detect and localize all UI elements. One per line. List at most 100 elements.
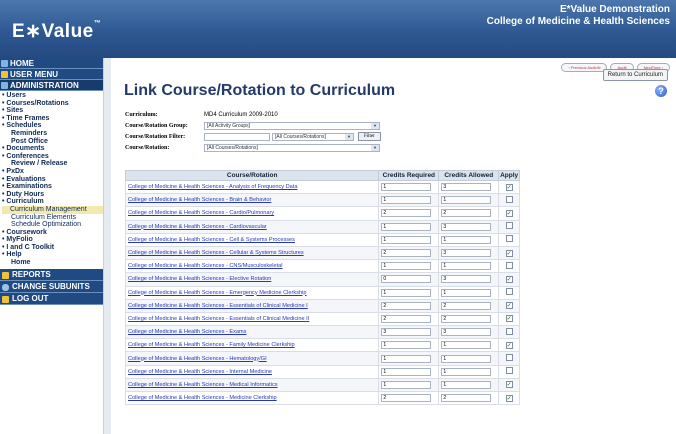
credits-required-input[interactable]: 1	[381, 183, 432, 192]
course-link[interactable]: College of Medicine & Health Sciences - …	[128, 316, 309, 322]
credits-required-input[interactable]: 2	[381, 249, 432, 258]
sidebar-collapse-strip[interactable]	[103, 58, 111, 434]
sidebar-item[interactable]: • Courses/Rotations	[2, 100, 109, 108]
credits-allowed-input[interactable]: 2	[441, 394, 492, 403]
sidebar-item[interactable]: • I and C Toolkit	[2, 244, 109, 252]
apply-checkbox[interactable]	[505, 261, 513, 269]
filter-select[interactable]: [All Courses/Rotations] ▼	[272, 132, 354, 141]
credits-allowed-input[interactable]: 1	[441, 235, 492, 244]
credits-required-input[interactable]: 2	[381, 394, 432, 403]
sidebar-item[interactable]: Reminders	[2, 130, 109, 138]
rotation-select[interactable]: [All Courses/Rotations] ▼	[204, 143, 380, 152]
sidebar-item[interactable]: • Time Frames	[2, 115, 109, 123]
course-link[interactable]: College of Medicine & Health Sciences - …	[128, 329, 246, 335]
credits-required-input[interactable]: 1	[381, 222, 432, 231]
sidebar-item[interactable]: Home	[2, 259, 109, 267]
credits-allowed-input[interactable]: 2	[441, 209, 492, 218]
return-to-curriculum-button[interactable]: Return to Curriculum	[602, 69, 668, 81]
credits-allowed-input[interactable]: 2	[441, 314, 492, 323]
course-link[interactable]: College of Medicine & Health Sciences - …	[128, 382, 278, 388]
course-link[interactable]: College of Medicine & Health Sciences - …	[128, 250, 304, 256]
credits-required-input[interactable]: 1	[381, 288, 432, 297]
sidebar-item[interactable]: • Duty Hours	[2, 191, 109, 199]
credits-required-input[interactable]: 1	[381, 380, 432, 389]
sidebar-item[interactable]: Review / Release	[2, 160, 109, 168]
sidebar-item[interactable]: Post Office	[2, 138, 109, 146]
credits-required-input[interactable]: 1	[381, 196, 432, 205]
filter-text-input[interactable]	[204, 132, 270, 141]
credits-required-input[interactable]: 1	[381, 341, 432, 350]
credits-allowed-input[interactable]: 1	[441, 354, 492, 363]
apply-checkbox[interactable]	[505, 235, 513, 243]
sidebar-item[interactable]: • PxDx	[2, 168, 109, 176]
apply-checkbox[interactable]	[505, 354, 513, 362]
course-link[interactable]: College of Medicine & Health Sciences - …	[128, 369, 272, 375]
credits-allowed-input[interactable]: 3	[441, 183, 492, 192]
credits-allowed-input[interactable]: 1	[441, 262, 492, 271]
credits-allowed-input[interactable]: 1	[441, 341, 492, 350]
course-link[interactable]: College of Medicine & Health Sciences - …	[128, 303, 308, 309]
course-link[interactable]: College of Medicine & Health Sciences - …	[128, 276, 271, 282]
nav-administration[interactable]: ADMINISTRATION	[0, 80, 109, 91]
course-link[interactable]: College of Medicine & Health Sciences - …	[128, 342, 295, 348]
credits-required-input[interactable]: 1	[381, 235, 432, 244]
credits-allowed-input[interactable]: 2	[441, 301, 492, 310]
credits-allowed-input[interactable]: 1	[441, 288, 492, 297]
filter-button[interactable]: Filter	[358, 132, 381, 141]
credits-allowed-input[interactable]: 1	[441, 380, 492, 389]
apply-checkbox[interactable]	[505, 195, 513, 203]
credits-allowed-input[interactable]: 1	[441, 196, 492, 205]
evalue-logo[interactable]: E∗Value™	[12, 20, 101, 43]
help-icon[interactable]: ?	[655, 85, 667, 97]
sidebar-item[interactable]: • Evaluations	[2, 176, 109, 184]
sidebar-item[interactable]: • MyFolio	[2, 236, 109, 244]
nav-user-menu[interactable]: USER MENU	[0, 69, 109, 80]
apply-checkbox[interactable]	[505, 222, 513, 230]
course-link[interactable]: College of Medicine & Health Sciences - …	[128, 237, 295, 243]
apply-checkbox[interactable]	[505, 288, 513, 296]
credits-required-input[interactable]: 2	[381, 301, 432, 310]
apply-checkbox[interactable]: ✓	[505, 209, 513, 217]
apply-checkbox[interactable]	[505, 327, 513, 335]
course-link[interactable]: College of Medicine & Health Sciences - …	[128, 224, 267, 230]
credits-required-input[interactable]: 0	[381, 275, 432, 284]
sidebar-item[interactable]: • Users	[2, 92, 109, 100]
credits-required-input[interactable]: 1	[381, 354, 432, 363]
course-link[interactable]: College of Medicine & Health Sciences - …	[128, 197, 271, 203]
credits-required-input[interactable]: 1	[381, 262, 432, 271]
previous-link[interactable]: ‹ Previous AudioN	[561, 63, 608, 72]
credits-required-input[interactable]: 2	[381, 314, 432, 323]
sidebar-item[interactable]: • Examinations	[2, 183, 109, 191]
apply-checkbox[interactable]: ✓	[505, 381, 513, 389]
group-select[interactable]: [All Activity Groups] ▼	[204, 121, 380, 130]
credits-required-input[interactable]: 3	[381, 328, 432, 337]
course-link[interactable]: College of Medicine & Health Sciences - …	[128, 290, 306, 296]
apply-checkbox[interactable]: ✓	[505, 341, 513, 349]
nav-log-out[interactable]: LOG OUT	[0, 292, 109, 305]
apply-checkbox[interactable]	[505, 367, 513, 375]
apply-checkbox[interactable]: ✓	[505, 183, 513, 191]
course-link[interactable]: College of Medicine & Health Sciences - …	[128, 263, 283, 269]
sidebar-item[interactable]: • Curriculum	[2, 198, 109, 206]
credits-allowed-input[interactable]: 3	[441, 275, 492, 284]
apply-checkbox[interactable]: ✓	[505, 275, 513, 283]
nav-change-subunits[interactable]: CHANGE SUBUNITS	[0, 280, 109, 293]
course-link[interactable]: College of Medicine & Health Sciences - …	[128, 395, 277, 401]
sidebar-item[interactable]: • Conferences	[2, 153, 109, 161]
nav-home[interactable]: HOME	[0, 58, 109, 69]
credits-allowed-input[interactable]: 3	[441, 222, 492, 231]
credits-allowed-input[interactable]: 1	[441, 367, 492, 376]
apply-checkbox[interactable]: ✓	[505, 302, 513, 310]
nav-reports[interactable]: REPORTS	[0, 268, 109, 281]
course-link[interactable]: College of Medicine & Health Sciences - …	[128, 356, 267, 362]
apply-checkbox[interactable]: ✓	[505, 249, 513, 257]
sidebar-item[interactable]: Schedule Optimization	[2, 221, 109, 229]
sidebar-item[interactable]: Curriculum Elements	[2, 214, 109, 222]
sidebar-item[interactable]: • Coursework	[2, 229, 109, 237]
sidebar-item[interactable]: • Documents	[2, 145, 109, 153]
credits-required-input[interactable]: 2	[381, 209, 432, 218]
apply-checkbox[interactable]: ✓	[505, 394, 513, 402]
credits-allowed-input[interactable]: 3	[441, 249, 492, 258]
sidebar-item[interactable]: • Sites	[2, 107, 109, 115]
sidebar-item[interactable]: • Help	[2, 251, 109, 259]
